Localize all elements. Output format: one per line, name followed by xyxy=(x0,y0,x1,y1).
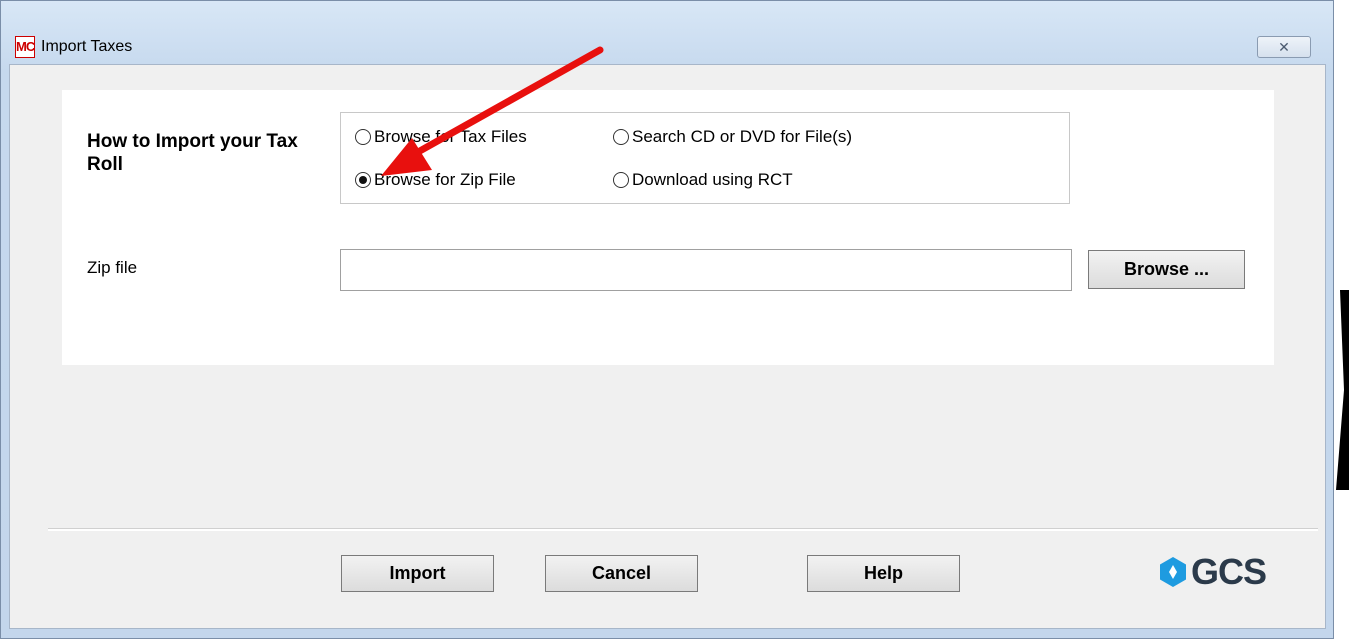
radio-button-icon[interactable] xyxy=(355,129,371,145)
radio-button-icon[interactable] xyxy=(613,129,629,145)
close-icon: ✕ xyxy=(1278,39,1290,55)
radio-browse-zip-file[interactable]: Browse for Zip File xyxy=(355,170,516,190)
import-button[interactable]: Import xyxy=(341,555,494,592)
radio-search-cd-dvd[interactable]: Search CD or DVD for File(s) xyxy=(613,127,852,147)
radio-browse-tax-files[interactable]: Browse for Tax Files xyxy=(355,127,527,147)
browse-button[interactable]: Browse ... xyxy=(1088,250,1245,289)
import-method-label: How to Import your Tax Roll xyxy=(87,131,298,175)
gcs-logo-icon xyxy=(1160,557,1186,587)
gcs-logo-text: GCS xyxy=(1191,551,1267,592)
zip-file-input[interactable] xyxy=(340,249,1072,291)
import-method-radio-group: Browse for Tax Files Search CD or DVD fo… xyxy=(340,112,1070,204)
window-title: Import Taxes xyxy=(41,38,133,55)
radio-label: Search CD or DVD for File(s) xyxy=(632,127,853,146)
close-button[interactable]: ✕ xyxy=(1257,36,1311,58)
app-icon: MC xyxy=(15,36,35,58)
zip-file-label: Zip file xyxy=(87,258,138,277)
help-button[interactable]: Help xyxy=(807,555,960,592)
cancel-button[interactable]: Cancel xyxy=(545,555,698,592)
radio-download-rct[interactable]: Download using RCT xyxy=(613,170,793,190)
radio-button-icon[interactable] xyxy=(613,172,629,188)
radio-label: Browse for Tax Files xyxy=(374,127,527,146)
radio-label: Download using RCT xyxy=(632,170,793,189)
footer-divider xyxy=(48,528,1318,531)
radio-label: Browse for Zip File xyxy=(374,170,516,189)
gcs-logo: GCS xyxy=(1158,551,1267,592)
title-bar[interactable]: MC Import Taxes ✕ xyxy=(1,1,1333,61)
radio-button-selected-icon[interactable] xyxy=(355,172,371,188)
